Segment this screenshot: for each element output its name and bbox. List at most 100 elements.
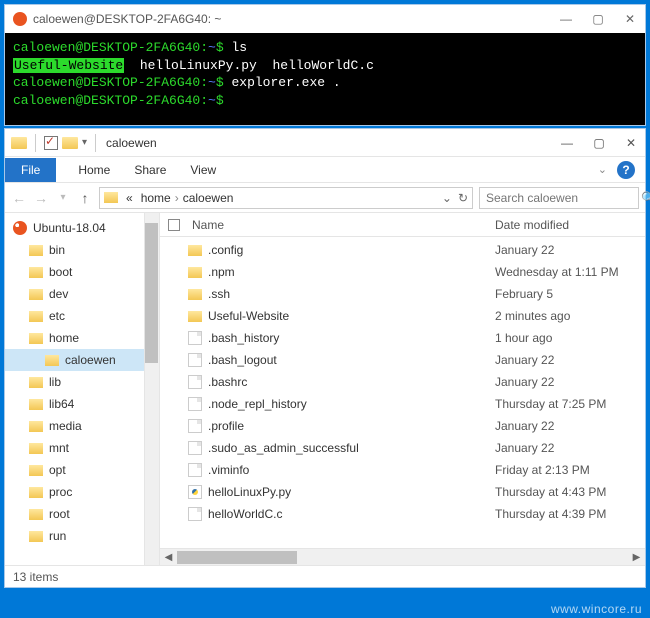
- folder-icon: [29, 311, 43, 322]
- tree-item[interactable]: root: [5, 503, 159, 525]
- folder-icon: [11, 137, 27, 149]
- minimize-icon[interactable]: —: [559, 12, 573, 26]
- nav-up-icon[interactable]: ↑: [77, 190, 93, 206]
- file-name-cell[interactable]: .node_repl_history: [188, 397, 485, 411]
- file-name: .bashrc: [208, 375, 247, 389]
- header-checkbox[interactable]: [160, 219, 188, 231]
- close-icon[interactable]: ✕: [623, 12, 637, 26]
- breadcrumb[interactable]: «: [122, 191, 137, 205]
- help-icon[interactable]: ?: [617, 161, 635, 179]
- tree-scrollbar[interactable]: [144, 213, 159, 565]
- tree-item-selected[interactable]: caloewen: [5, 349, 159, 371]
- nav-back-icon[interactable]: ←: [11, 190, 27, 206]
- nav-forward-icon[interactable]: →: [33, 190, 49, 206]
- folder-icon: [29, 333, 43, 344]
- tree-item[interactable]: mnt: [5, 437, 159, 459]
- file-row[interactable]: .npmWednesday at 1:11 PM: [160, 261, 645, 283]
- terminal-title: caloewen@DESKTOP-2FA6G40: ~: [33, 12, 559, 26]
- file-name-cell[interactable]: .config: [188, 243, 485, 257]
- header-date[interactable]: Date modified: [485, 218, 645, 232]
- tree-item[interactable]: lib: [5, 371, 159, 393]
- file-row[interactable]: Useful-Website2 minutes ago: [160, 305, 645, 327]
- file-row[interactable]: .configJanuary 22: [160, 239, 645, 261]
- tree-item[interactable]: opt: [5, 459, 159, 481]
- file-row[interactable]: helloLinuxPy.pyThursday at 4:43 PM: [160, 481, 645, 503]
- file-row[interactable]: .bash_history1 hour ago: [160, 327, 645, 349]
- chevron-down-icon[interactable]: ⌄: [442, 191, 452, 205]
- file-name-cell[interactable]: .npm: [188, 265, 485, 279]
- file-icon: [188, 507, 202, 521]
- tree-item[interactable]: lib64: [5, 393, 159, 415]
- terminal-body[interactable]: caloewen@DESKTOP-2FA6G40:~$ ls Useful-We…: [5, 33, 645, 125]
- header-name[interactable]: Name: [188, 218, 485, 232]
- scrollbar-track[interactable]: [177, 549, 628, 565]
- file-row[interactable]: .bashrcJanuary 22: [160, 371, 645, 393]
- nav-recent-icon[interactable]: ▾: [55, 192, 71, 203]
- horizontal-scrollbar[interactable]: ◀ ▶: [160, 548, 645, 565]
- file-row[interactable]: .node_repl_historyThursday at 7:25 PM: [160, 393, 645, 415]
- close-icon[interactable]: ✕: [623, 136, 639, 150]
- folder-icon: [29, 443, 43, 454]
- folder-icon: [188, 267, 202, 278]
- file-name-cell[interactable]: .bash_logout: [188, 353, 485, 367]
- file-row[interactable]: .bash_logoutJanuary 22: [160, 349, 645, 371]
- scrollbar-thumb[interactable]: [145, 223, 158, 363]
- tree-item[interactable]: etc: [5, 305, 159, 327]
- scroll-left-icon[interactable]: ◀: [160, 552, 177, 563]
- file-row[interactable]: helloWorldC.cThursday at 4:39 PM: [160, 503, 645, 525]
- tree-root[interactable]: Ubuntu-18.04: [5, 217, 159, 239]
- file-name-cell[interactable]: helloWorldC.c: [188, 507, 485, 521]
- breadcrumb[interactable]: caloewen: [179, 191, 238, 205]
- folder-icon: [29, 267, 43, 278]
- tree-item[interactable]: bin: [5, 239, 159, 261]
- file-name-cell[interactable]: .profile: [188, 419, 485, 433]
- file-name-cell[interactable]: .viminfo: [188, 463, 485, 477]
- tree-item[interactable]: media: [5, 415, 159, 437]
- search-box[interactable]: 🔍: [479, 187, 639, 209]
- qat-dropdown-icon[interactable]: ▾: [82, 137, 87, 148]
- file-row[interactable]: .sshFebruary 5: [160, 283, 645, 305]
- refresh-icon[interactable]: ↻: [458, 191, 468, 205]
- file-date: January 22: [485, 441, 645, 455]
- file-name: Useful-Website: [208, 309, 289, 323]
- file-icon: [188, 441, 202, 455]
- scrollbar-thumb[interactable]: [177, 551, 297, 564]
- tab-share[interactable]: Share: [122, 158, 178, 182]
- maximize-icon[interactable]: ▢: [591, 136, 607, 150]
- term-cmd: explorer.exe .: [231, 75, 340, 90]
- file-row[interactable]: .viminfoFriday at 2:13 PM: [160, 459, 645, 481]
- separator: [35, 134, 36, 152]
- file-name: .node_repl_history: [208, 397, 307, 411]
- tree-item[interactable]: proc: [5, 481, 159, 503]
- tree-item[interactable]: home: [5, 327, 159, 349]
- tab-file[interactable]: File: [5, 158, 56, 182]
- file-name-cell[interactable]: .bash_history: [188, 331, 485, 345]
- folder-icon[interactable]: [62, 137, 78, 149]
- file-list[interactable]: .configJanuary 22.npmWednesday at 1:11 P…: [160, 237, 645, 548]
- tree-item[interactable]: dev: [5, 283, 159, 305]
- search-input[interactable]: [486, 191, 641, 205]
- file-row[interactable]: .profileJanuary 22: [160, 415, 645, 437]
- scroll-right-icon[interactable]: ▶: [628, 552, 645, 563]
- tree-item[interactable]: run: [5, 525, 159, 547]
- file-name-cell[interactable]: .sudo_as_admin_successful: [188, 441, 485, 455]
- minimize-icon[interactable]: —: [559, 136, 575, 150]
- address-bar[interactable]: « home › caloewen ⌄ ↻: [99, 187, 473, 209]
- qat-properties-icon[interactable]: [44, 136, 58, 150]
- tree-item[interactable]: boot: [5, 261, 159, 283]
- tab-view[interactable]: View: [178, 158, 228, 182]
- file-row[interactable]: .sudo_as_admin_successfulJanuary 22: [160, 437, 645, 459]
- search-icon[interactable]: 🔍: [641, 191, 650, 205]
- maximize-icon[interactable]: ▢: [591, 12, 605, 26]
- address-row: ← → ▾ ↑ « home › caloewen ⌄ ↻ 🔍: [5, 183, 645, 213]
- ribbon-collapse-icon[interactable]: ⌄: [598, 163, 607, 176]
- file-name: .config: [208, 243, 243, 257]
- tab-home[interactable]: Home: [66, 158, 122, 182]
- breadcrumb[interactable]: home: [137, 191, 175, 205]
- file-name-cell[interactable]: .ssh: [188, 287, 485, 301]
- file-name-cell[interactable]: .bashrc: [188, 375, 485, 389]
- file-name-cell[interactable]: Useful-Website: [188, 309, 485, 323]
- nav-tree[interactable]: Ubuntu-18.04 bin boot dev etc home caloe…: [5, 213, 160, 565]
- file-name-cell[interactable]: helloLinuxPy.py: [188, 485, 485, 499]
- term-prompt-user: caloewen@DESKTOP-2FA6G40: [13, 40, 200, 55]
